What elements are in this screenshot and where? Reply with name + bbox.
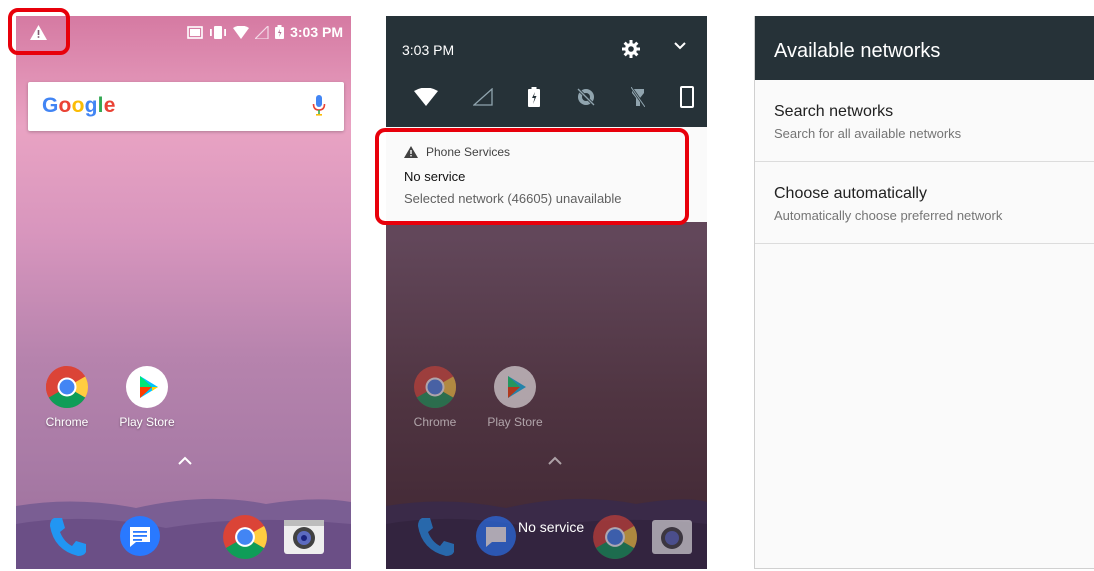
home-screen: 3:03 PM Google Chrome Play Store [16, 16, 351, 569]
app-chrome[interactable]: Chrome [32, 365, 102, 429]
app-play-store: Play Store [480, 365, 550, 429]
phone-icon[interactable] [46, 514, 90, 558]
cellular-signal-icon[interactable] [473, 88, 493, 106]
phone-icon [418, 518, 454, 556]
chrome-icon [45, 366, 89, 409]
play-store-icon [126, 366, 168, 408]
status-time: 3:03 PM [290, 24, 343, 40]
google-search-bar[interactable]: Google [28, 82, 344, 131]
app-chrome: Chrome [400, 365, 470, 429]
app-play-store[interactable]: Play Store [112, 365, 182, 429]
pref-choose-automatically[interactable]: Choose automatically Automatically choos… [755, 162, 1094, 244]
chrome-icon [414, 366, 457, 409]
messages-icon[interactable] [118, 514, 162, 558]
pref-title: Search networks [774, 103, 894, 120]
notification-shade-screen: 3:03 PM Phone Services No service Select… [386, 16, 707, 569]
available-networks-screen: Available networks Search networks Searc… [754, 16, 1094, 569]
do-not-disturb-icon[interactable] [576, 87, 596, 107]
flashlight-icon[interactable] [630, 87, 645, 107]
chevron-up-icon [548, 456, 562, 465]
messages-icon [476, 516, 516, 556]
battery-saver-icon[interactable] [528, 87, 541, 107]
pref-title: Choose automatically [774, 185, 927, 202]
quick-settings-row [414, 86, 694, 108]
shade-time: 3:03 PM [402, 42, 455, 58]
chrome-icon [593, 515, 637, 559]
app-label: Play Store [119, 415, 175, 429]
app-label: Chrome [45, 415, 89, 429]
play-store-icon [494, 366, 536, 408]
pref-summary: Automatically choose preferred network [774, 208, 1003, 223]
highlight-warning [8, 8, 70, 55]
chevron-down-icon[interactable] [674, 42, 686, 50]
gear-icon[interactable] [622, 40, 640, 58]
chevron-up-icon[interactable] [178, 456, 192, 465]
battery-icon [275, 25, 285, 39]
cellular-signal-icon [255, 25, 269, 39]
chrome-icon[interactable] [222, 514, 268, 560]
quick-settings-panel: 3:03 PM [386, 16, 707, 127]
app-label: Play Store [487, 415, 543, 429]
dock [16, 484, 351, 569]
cast-icon [187, 25, 203, 39]
app-label: Chrome [413, 415, 457, 429]
google-logo: Google [42, 94, 116, 117]
no-service-toast: No service [518, 519, 585, 535]
camera-icon [652, 520, 692, 554]
wifi-icon [233, 25, 250, 39]
camera-icon[interactable] [282, 516, 326, 556]
vibrate-icon [210, 25, 227, 39]
auto-rotate-icon[interactable] [679, 86, 694, 108]
app-bar: Available networks [755, 16, 1094, 80]
microphone-icon[interactable] [312, 95, 326, 117]
pref-summary: Search for all available networks [774, 126, 962, 141]
page-title: Available networks [774, 40, 941, 62]
wifi-icon[interactable] [414, 88, 438, 106]
highlight-notification [375, 128, 689, 225]
pref-search-networks[interactable]: Search networks Search for all available… [755, 80, 1094, 162]
